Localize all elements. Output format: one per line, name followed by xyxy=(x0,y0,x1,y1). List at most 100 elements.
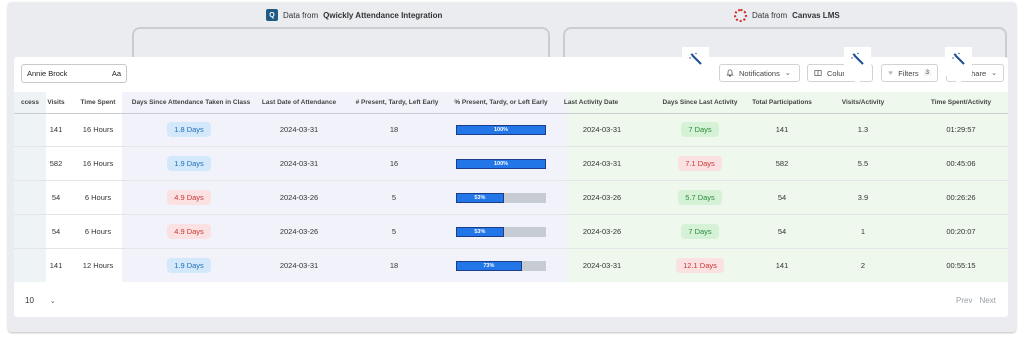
cell-time-activity: 00:20:07 xyxy=(946,227,976,236)
cell-visits-activity: 5.5 xyxy=(857,159,869,168)
cell-last-activity-date: 2024-03-31 xyxy=(582,125,622,134)
table-row[interactable]: 54 6 Hours 4.9 Days 2024-03-26 5 53% 202… xyxy=(14,215,1008,248)
qwickly-source-label: Q Data from Qwickly Attendance Integrati… xyxy=(266,9,442,21)
table-row[interactable]: 141 12 Hours 1.9 Days 2024-03-31 18 73% … xyxy=(14,249,1008,282)
col-header-last-date-attendance[interactable]: Last Date of Attendance xyxy=(254,92,344,113)
status-badge: 7 Days xyxy=(681,122,719,137)
cell-time-spent: 16 Hours xyxy=(82,159,114,168)
progress-bar: 53% xyxy=(456,192,546,203)
cell-days-since-activity: 7.1 Days xyxy=(654,147,746,180)
page-size-value: 10 xyxy=(25,296,34,305)
col-header-time-spent[interactable]: Time Spent xyxy=(76,92,120,113)
cell-time-spent: 6 Hours xyxy=(84,193,112,202)
col-header-access[interactable]: ccess xyxy=(14,92,46,113)
bell-icon xyxy=(726,69,734,77)
cell-present-count: 18 xyxy=(389,261,399,270)
col-header-last-activity-date[interactable]: Last Activity Date xyxy=(562,92,620,113)
cell-visits-activity: 2 xyxy=(860,261,866,270)
cell-last-date-attendance: 2024-03-26 xyxy=(279,193,319,202)
canvas-source-label: Data from Canvas LMS xyxy=(734,9,840,22)
cell-last-date-attendance: 2024-03-31 xyxy=(279,159,319,168)
filters-label: Filters xyxy=(898,68,919,78)
cell-visits-activity: 1.3 xyxy=(857,125,869,134)
cell-time-spent: 6 Hours xyxy=(84,227,112,236)
col-header-present-tardy-percent[interactable]: % Present, Tardy, or Left Early xyxy=(446,92,556,113)
page-size-select[interactable]: 10 ⌄ xyxy=(25,296,56,305)
status-badge: 7 Days xyxy=(681,224,719,239)
search-input[interactable]: Annie Brock Aa xyxy=(21,64,127,83)
cell-last-date-attendance: 2024-03-26 xyxy=(279,227,319,236)
cell-days-since-activity: 7 Days xyxy=(654,215,746,248)
cell-days-since-activity: 7 Days xyxy=(654,113,746,146)
progress-label: 100% xyxy=(493,160,509,167)
progress-label: 100% xyxy=(493,126,509,133)
col-header-visits-activity[interactable]: Visits/Activity xyxy=(834,92,892,113)
cell-last-activity-date: 2024-03-31 xyxy=(582,261,622,270)
progress-label: 53% xyxy=(474,228,486,235)
cell-present-count: 18 xyxy=(389,125,399,134)
search-value: Annie Brock xyxy=(27,69,68,78)
cell-time-spent: 16 Hours xyxy=(82,125,114,134)
cell-time-activity: 00:45:06 xyxy=(946,159,976,168)
cell-days-since-attendance: 1.9 Days xyxy=(154,147,224,180)
columns-icon xyxy=(814,70,822,76)
col-header-time-spent-activity[interactable]: Time Spent/Activity xyxy=(926,92,996,113)
progress-bar: 73% xyxy=(456,260,546,271)
status-badge: 1.8 Days xyxy=(167,122,211,137)
cell-percent-present: 53% xyxy=(446,181,556,214)
cell-percent-present: 73% xyxy=(446,249,556,282)
chevron-down-icon: ⌄ xyxy=(991,70,997,77)
cell-visits-activity: 1 xyxy=(860,227,866,236)
pagination: Prev Next xyxy=(956,296,996,305)
filters-button[interactable]: Filters 3 xyxy=(881,64,938,82)
qwickly-source-prefix: Data from xyxy=(283,10,319,20)
status-badge: 1.9 Days xyxy=(167,156,211,171)
canvas-columns-bracket xyxy=(563,27,1007,61)
notifications-button[interactable]: Notifications ⌄ xyxy=(719,64,800,82)
col-header-present-tardy-count[interactable]: # Present, Tardy, Left Early xyxy=(348,92,446,113)
cell-time-activity: 01:29:57 xyxy=(946,125,976,134)
cell-visits-activity: 3.9 xyxy=(857,193,869,202)
cell-time-spent: 12 Hours xyxy=(82,261,114,270)
qwickly-source-name: Qwickly Attendance Integration xyxy=(323,10,443,20)
col-header-days-since-activity[interactable]: Days Since Last Activity xyxy=(654,92,746,113)
cell-days-since-attendance: 4.9 Days xyxy=(154,215,224,248)
match-case-toggle[interactable]: Aa xyxy=(112,69,121,78)
cell-visits: 141 xyxy=(49,261,63,270)
next-page-button[interactable]: Next xyxy=(979,296,995,305)
cell-time-activity: 00:26:26 xyxy=(946,193,976,202)
cell-days-since-attendance: 1.8 Days xyxy=(154,113,224,146)
progress-label: 73% xyxy=(483,262,495,269)
table-row[interactable]: 141 16 Hours 1.8 Days 2024-03-31 18 100%… xyxy=(14,113,1008,146)
cell-present-count: 16 xyxy=(389,159,399,168)
cell-visits: 54 xyxy=(51,193,61,202)
notifications-label: Notifications xyxy=(739,68,780,78)
qwickly-columns-bracket xyxy=(132,27,550,61)
table-row[interactable]: 582 16 Hours 1.9 Days 2024-03-31 16 100%… xyxy=(14,147,1008,180)
status-badge: 1.9 Days xyxy=(167,258,211,273)
cell-days-since-activity: 12.1 Days xyxy=(654,249,746,282)
status-badge: 4.9 Days xyxy=(167,190,211,205)
progress-bar: 53% xyxy=(456,226,546,237)
status-badge: 4.9 Days xyxy=(167,224,211,239)
cell-last-date-attendance: 2024-03-31 xyxy=(279,125,319,134)
cell-last-date-attendance: 2024-03-31 xyxy=(279,261,319,270)
cell-visits: 54 xyxy=(51,227,61,236)
table-row[interactable]: 54 6 Hours 4.9 Days 2024-03-26 5 53% 202… xyxy=(14,181,1008,214)
col-header-total-participations[interactable]: Total Participations xyxy=(750,92,814,113)
qwickly-logo-icon: Q xyxy=(266,9,278,21)
progress-bar: 100% xyxy=(456,158,546,169)
cell-last-activity-date: 2024-03-31 xyxy=(582,159,622,168)
cell-last-activity-date: 2024-03-26 xyxy=(582,193,622,202)
col-header-days-since-attendance[interactable]: Days Since Attendance Taken in Class xyxy=(122,92,260,113)
progress-bar: 100% xyxy=(456,124,546,135)
status-badge: 7.1 Days xyxy=(678,156,722,171)
cell-total-participations: 582 xyxy=(775,159,789,168)
cell-days-since-attendance: 1.9 Days xyxy=(154,249,224,282)
col-header-visits[interactable]: Visits xyxy=(46,92,66,113)
cell-present-count: 5 xyxy=(391,227,397,236)
cell-percent-present: 100% xyxy=(446,147,556,180)
status-badge: 12.1 Days xyxy=(676,258,724,273)
cell-total-participations: 141 xyxy=(775,261,789,270)
prev-page-button[interactable]: Prev xyxy=(956,296,972,305)
